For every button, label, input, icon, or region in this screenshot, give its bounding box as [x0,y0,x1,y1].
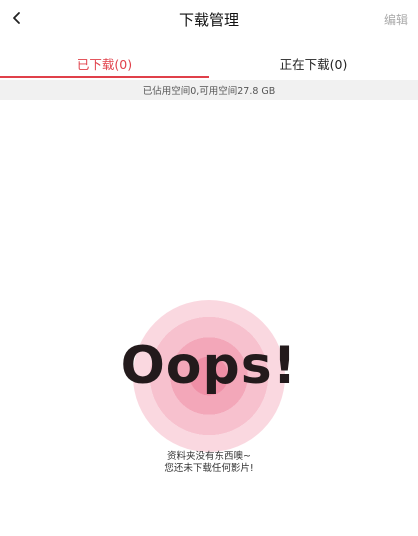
storage-info-text: 已佔用空间0,可用空间27.8 GB [142,86,276,97]
tab-bar: 已下载(0) 正在下载(0) [0,48,418,78]
page-title: 下载管理 [178,11,239,29]
edit-button[interactable]: 编辑 [384,11,408,28]
chevron-left-icon [13,12,20,24]
empty-state: Oops! 资料夹没有东西噢~ 您还未下载任何影片! [0,290,418,490]
download-manager-screen: 下载管理 编辑 已下载(0) 正在下载(0) 已佔用空间0,可用空间27.8 G… [0,0,418,536]
empty-state-submessage: 您还未下载任何影片! [164,463,254,474]
tab-downloaded[interactable]: 已下载(0) [0,48,209,78]
active-tab-indicator [0,76,209,78]
tab-downloading[interactable]: 正在下载(0) [209,48,418,78]
back-button[interactable] [6,6,28,30]
empty-state-headline: Oops! [120,336,298,396]
header: 下载管理 编辑 [0,0,418,38]
storage-info-bar: 已佔用空间0,可用空间27.8 GB [0,80,418,100]
